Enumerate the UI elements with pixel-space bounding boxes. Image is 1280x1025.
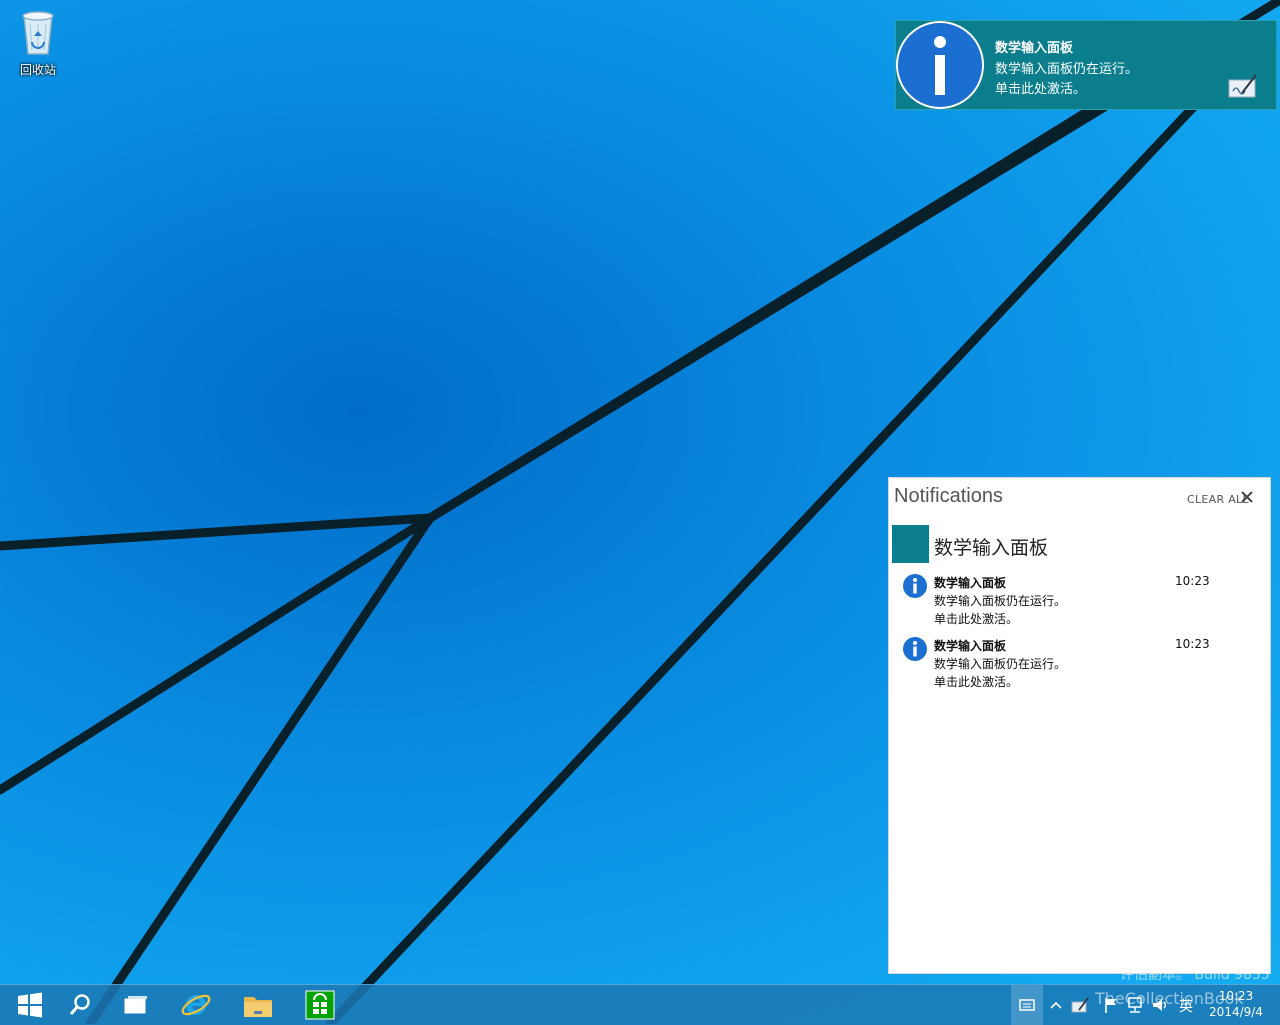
- notification-message: 数学输入面板仍在运行。: [934, 657, 1067, 671]
- action-center-panel: Notifications CLEAR ALL 数学输入面板 数学输入面板 10…: [888, 477, 1271, 974]
- notification-time: 10:23: [1175, 637, 1210, 651]
- app-group-name[interactable]: 数学输入面板: [934, 533, 1048, 560]
- build-watermark: 评估副本。 Build 9855: [1120, 967, 1270, 983]
- info-icon: [903, 574, 927, 598]
- recycle-bin-shortcut[interactable]: 回收站: [8, 6, 68, 78]
- taskbar-clock[interactable]: 10:23 2014/9/4: [1200, 988, 1272, 1020]
- file-explorer-button[interactable]: [228, 985, 288, 1025]
- recycle-bin-label: 回收站: [19, 63, 56, 77]
- store-icon: [305, 990, 335, 1020]
- search-button[interactable]: [50, 985, 110, 1025]
- search-icon: [69, 994, 90, 1015]
- taskbar: 英 TheCollectionBook 10:23 2014/9/4: [0, 984, 1280, 1025]
- toast-message: 数学输入面板仍在运行。: [995, 62, 1139, 77]
- task-view-button[interactable]: [106, 985, 166, 1025]
- notification-title: 数学输入面板: [934, 576, 1007, 590]
- internet-explorer-icon: [181, 994, 211, 1016]
- math-input-panel-icon: [1228, 74, 1257, 98]
- task-view-icon: [124, 996, 147, 1014]
- clock-date: 2014/9/4: [1209, 1005, 1263, 1019]
- notification-message: 数学输入面板仍在运行。: [934, 594, 1067, 608]
- chevron-up-icon[interactable]: [1047, 996, 1065, 1014]
- action-center-button[interactable]: [1011, 985, 1043, 1025]
- app-group-icon: [892, 525, 929, 563]
- notification-item[interactable]: 数学输入面板 10:23 数学输入面板仍在运行。 单击此处激活。: [889, 572, 1270, 630]
- close-icon[interactable]: [1239, 489, 1255, 505]
- toast-action-text: 单击此处激活。: [995, 82, 1087, 97]
- notification-action-text: 单击此处激活。: [934, 675, 1019, 689]
- notification-item[interactable]: 数学输入面板 10:23 数学输入面板仍在运行。 单击此处激活。: [889, 635, 1270, 693]
- pen-input-icon[interactable]: [1071, 996, 1089, 1014]
- notification-time: 10:23: [1175, 574, 1210, 588]
- internet-explorer-button[interactable]: [166, 985, 226, 1025]
- action-center-icon: [1019, 999, 1035, 1011]
- info-icon: [896, 21, 984, 109]
- start-icon: [18, 992, 42, 1018]
- clock-time: 10:23: [1218, 989, 1254, 1003]
- store-button[interactable]: [290, 985, 350, 1025]
- toast-title: 数学输入面板: [995, 41, 1074, 56]
- panel-title: Notifications: [894, 485, 1003, 507]
- recycle-bin-icon: [22, 11, 54, 55]
- notification-action-text: 单击此处激活。: [934, 612, 1019, 626]
- notification-title: 数学输入面板: [934, 639, 1007, 653]
- toast-notification[interactable]: 数学输入面板 数学输入面板仍在运行。 单击此处激活。: [895, 20, 1277, 110]
- file-explorer-icon: [244, 997, 272, 1017]
- info-icon: [903, 637, 927, 661]
